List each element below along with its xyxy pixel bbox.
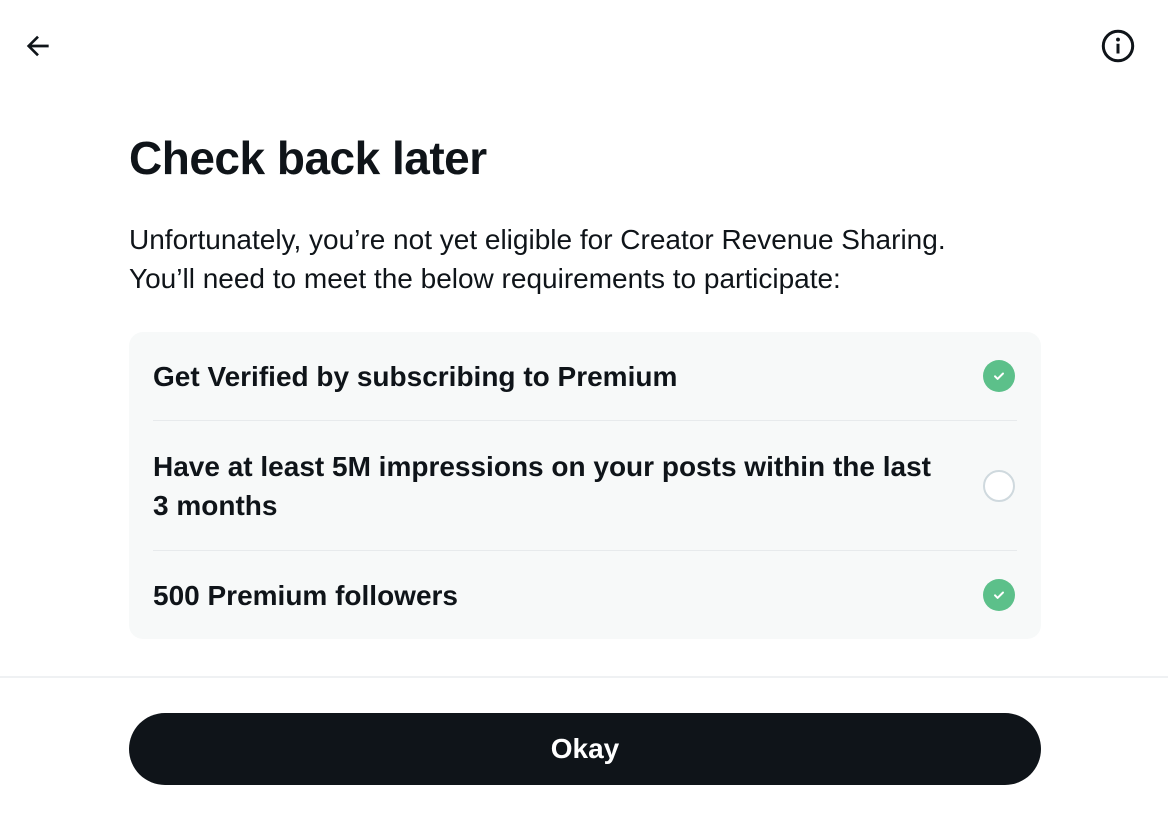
requirement-item-followers: 500 Premium followers [153, 551, 1017, 639]
empty-circle-icon [983, 469, 1015, 502]
requirement-label: Get Verified by subscribing to Premium [153, 360, 678, 392]
main-content: Check back later Unfortunately, you’re n… [129, 128, 1041, 639]
arrow-left-icon [26, 35, 49, 57]
requirement-item-impressions: Have at least 5M impressions on your pos… [153, 421, 1017, 551]
footer: Okay [0, 676, 1168, 816]
top-bar [0, 0, 1168, 90]
requirement-label: Have at least 5M impressions on your pos… [153, 450, 931, 521]
check-circle-icon [983, 360, 1015, 392]
okay-button[interactable]: Okay [129, 713, 1041, 785]
requirement-label: 500 Premium followers [153, 579, 459, 611]
back-button[interactable] [18, 26, 58, 66]
eligibility-dialog: Check back later Unfortunately, you’re n… [0, 0, 1168, 816]
description: Unfortunately, you’re not yet eligible f… [129, 220, 1049, 298]
requirements-list: Get Verified by subscribing to Premium H… [129, 332, 1041, 639]
check-circle-icon [983, 579, 1015, 611]
page-title: Check back later [129, 132, 487, 184]
info-circle-icon [1101, 29, 1135, 63]
requirement-item-verified: Get Verified by subscribing to Premium [153, 332, 1017, 421]
info-button[interactable] [1098, 26, 1138, 66]
description-line-1: Unfortunately, you’re not yet eligible f… [129, 224, 946, 255]
description-line-2: You’ll need to meet the below requiremen… [129, 263, 841, 294]
